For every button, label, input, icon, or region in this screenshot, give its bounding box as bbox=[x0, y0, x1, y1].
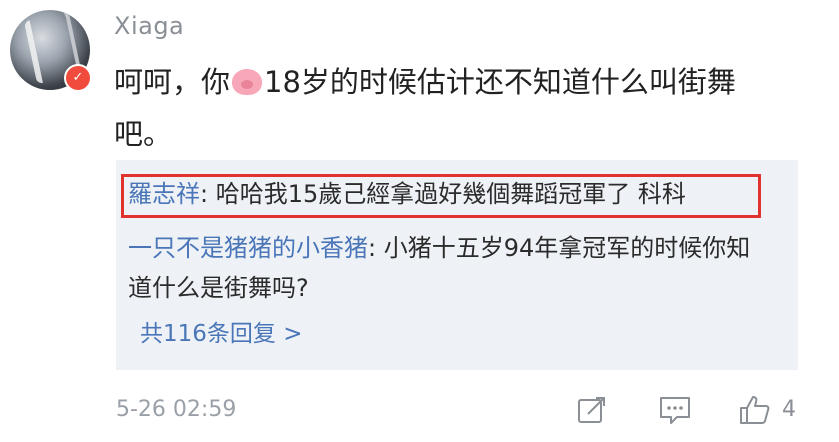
pig-face-emoji-icon bbox=[232, 69, 263, 95]
like-count: 4 bbox=[782, 397, 796, 422]
timestamp: 5-26 02:59 bbox=[116, 397, 237, 422]
comment-text: 呵呵，你 18岁的时候估计还不知道什么叫街舞 吧。 bbox=[114, 56, 814, 160]
share-edit-icon[interactable] bbox=[576, 394, 608, 426]
comment-line1-after: 18岁的时候估计还不知道什么叫街舞 bbox=[264, 65, 736, 99]
reply-author[interactable]: 一只不是猪猪的小香猪 bbox=[128, 234, 368, 262]
reply-item[interactable]: 一只不是猪猪的小香猪: 小猪十五岁94年拿冠军的时候你知道什么是街舞吗? bbox=[128, 228, 768, 308]
comment-line1-before: 呵呵，你 bbox=[114, 65, 231, 99]
username[interactable]: Xiaga bbox=[114, 12, 184, 40]
thumbs-up-icon[interactable] bbox=[738, 394, 772, 426]
verified-badge-icon: ✓ bbox=[64, 64, 92, 92]
more-replies-link[interactable]: 共116条回复 > bbox=[140, 314, 302, 348]
comment-icon[interactable] bbox=[658, 394, 692, 426]
reply-separator: : bbox=[368, 234, 384, 262]
highlight-box bbox=[121, 174, 761, 218]
comment-line2: 吧。 bbox=[114, 117, 173, 151]
